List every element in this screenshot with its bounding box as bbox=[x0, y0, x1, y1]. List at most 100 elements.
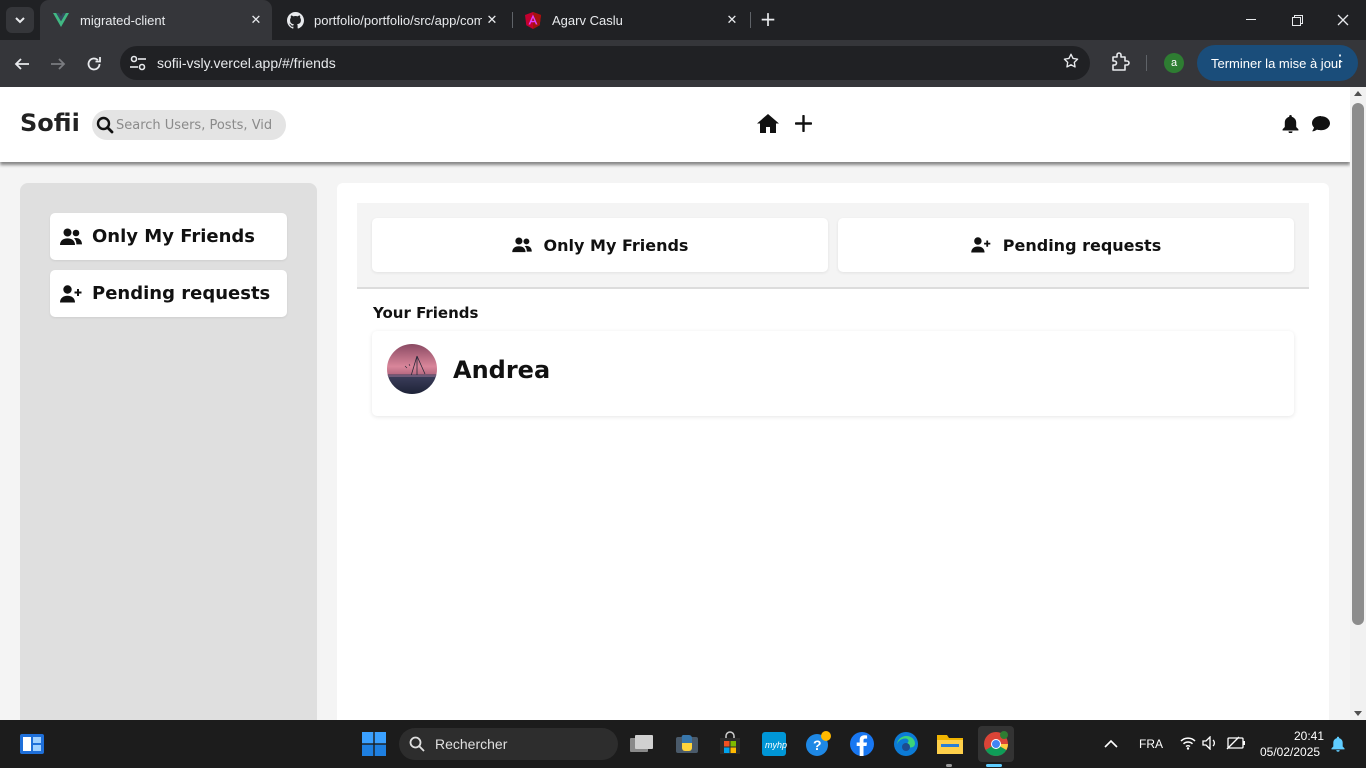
tab-pending-requests[interactable]: Pending requests bbox=[838, 218, 1294, 272]
friends-main-panel: Only My Friends Pending requests Your Fr… bbox=[337, 183, 1329, 720]
plus-icon[interactable] bbox=[795, 115, 812, 132]
address-bar[interactable]: sofii-vsly.vercel.app/#/friends bbox=[120, 46, 1090, 80]
angular-icon bbox=[524, 11, 542, 29]
microsoft-store-icon[interactable] bbox=[716, 730, 744, 758]
facebook-icon[interactable] bbox=[848, 730, 876, 758]
close-tab-icon[interactable]: ✕ bbox=[246, 10, 266, 30]
file-explorer-icon[interactable] bbox=[936, 730, 964, 758]
profile-avatar[interactable]: a bbox=[1164, 53, 1184, 73]
tab-only-my-friends[interactable]: Only My Friends bbox=[372, 218, 828, 272]
section-title: Your Friends bbox=[373, 304, 479, 322]
plus-icon: + bbox=[759, 7, 777, 31]
tab-separator bbox=[750, 12, 751, 28]
app-header: Sofii bbox=[0, 87, 1350, 162]
tab-label: Only My Friends bbox=[543, 235, 689, 255]
reload-button[interactable] bbox=[80, 50, 108, 78]
user-friends-icon bbox=[511, 236, 534, 254]
clock-date[interactable]: 05/02/2025 bbox=[1260, 745, 1320, 759]
sidebar-item-pending-requests[interactable]: Pending requests bbox=[50, 270, 287, 317]
volume-icon[interactable] bbox=[1202, 736, 1218, 750]
tab-label: Pending requests bbox=[1002, 235, 1162, 255]
svg-text:?: ? bbox=[813, 737, 822, 753]
chevron-up-icon[interactable] bbox=[1104, 739, 1118, 748]
browser-toolbar: sofii-vsly.vercel.app/#/friends a Termin… bbox=[0, 40, 1366, 87]
friends-tabs: Only My Friends Pending requests bbox=[357, 203, 1309, 289]
user-friends-icon bbox=[60, 227, 82, 247]
forward-button[interactable] bbox=[44, 50, 72, 78]
close-tab-icon[interactable]: ✕ bbox=[722, 10, 742, 30]
arrow-left-icon bbox=[14, 58, 29, 70]
notification-bell-icon[interactable] bbox=[1331, 736, 1345, 752]
browser-tab-migrated-client[interactable]: migrated-client ✕ bbox=[40, 0, 272, 40]
myhp-icon[interactable]: myhp bbox=[760, 730, 788, 758]
widgets-icon[interactable] bbox=[18, 730, 46, 758]
sidebar-item-label: Only My Friends bbox=[92, 226, 256, 247]
chat-icon[interactable] bbox=[1312, 116, 1330, 132]
svg-text:myhp: myhp bbox=[765, 740, 787, 750]
search-input[interactable] bbox=[116, 115, 272, 135]
taskbar-search-label: Rechercher bbox=[435, 736, 508, 752]
tab-search-menu-button[interactable] bbox=[6, 7, 34, 33]
web-page: Sofii Only My Friends Pending requests bbox=[0, 87, 1350, 720]
tab-title: Agarv Caslu bbox=[552, 12, 623, 28]
taskbar-search[interactable]: Rechercher bbox=[399, 728, 618, 760]
user-plus-icon bbox=[970, 236, 993, 254]
more-menu-icon[interactable]: ⋮ bbox=[1332, 53, 1348, 71]
browser-tab-agarv[interactable]: Agarv Caslu ✕ bbox=[512, 0, 748, 40]
close-window-button[interactable] bbox=[1320, 0, 1366, 40]
new-tab-button[interactable]: + bbox=[758, 9, 778, 31]
restore-button[interactable] bbox=[1274, 0, 1320, 40]
running-indicator bbox=[946, 764, 952, 767]
search-icon bbox=[96, 116, 114, 134]
reload-icon bbox=[87, 57, 101, 71]
scrollbar-thumb[interactable] bbox=[1352, 103, 1364, 625]
user-plus-icon bbox=[60, 284, 82, 304]
bell-icon[interactable] bbox=[1282, 115, 1299, 133]
extensions-puzzle-icon[interactable] bbox=[1108, 51, 1132, 75]
back-button[interactable] bbox=[8, 50, 36, 78]
github-icon bbox=[286, 11, 304, 29]
close-tab-icon[interactable]: ✕ bbox=[482, 10, 502, 30]
update-label: Terminer la mise à jour bbox=[1211, 55, 1343, 71]
tab-title: portfolio/portfolio/src/app/com bbox=[314, 12, 482, 28]
search-box[interactable] bbox=[92, 110, 286, 140]
toolbar-separator bbox=[1146, 55, 1147, 71]
friend-card[interactable]: Andrea bbox=[372, 331, 1294, 416]
browser-tab-github[interactable]: portfolio/portfolio/src/app/com ✕ bbox=[274, 0, 508, 40]
page-scrollbar[interactable] bbox=[1350, 87, 1366, 720]
vue-icon bbox=[52, 11, 70, 29]
windows-taskbar: Rechercher myhp ? FRA 20:41 05/02/2025 bbox=[0, 720, 1366, 768]
minimize-icon bbox=[1246, 19, 1256, 20]
clock-time[interactable]: 20:41 bbox=[1294, 729, 1324, 743]
browser-tab-bar: migrated-client ✕ portfolio/portfolio/sr… bbox=[0, 0, 1366, 40]
home-icon[interactable] bbox=[757, 114, 779, 133]
minimize-button[interactable] bbox=[1228, 0, 1274, 40]
chevron-down-icon bbox=[15, 16, 25, 23]
arrow-right-icon bbox=[51, 58, 66, 70]
sidebar-item-only-my-friends[interactable]: Only My Friends bbox=[50, 213, 287, 260]
brand-logo[interactable]: Sofii bbox=[20, 109, 80, 137]
scroll-down-icon[interactable] bbox=[1354, 711, 1362, 716]
friend-name[interactable]: Andrea bbox=[453, 356, 550, 384]
scroll-up-icon[interactable] bbox=[1354, 91, 1362, 96]
sunset-photo-avatar[interactable] bbox=[387, 344, 437, 394]
task-view-icon[interactable] bbox=[628, 730, 656, 758]
wifi-icon[interactable] bbox=[1180, 736, 1196, 750]
tab-title: migrated-client bbox=[80, 12, 166, 28]
get-help-icon[interactable]: ? bbox=[804, 730, 832, 758]
windows-start-icon[interactable] bbox=[360, 730, 388, 758]
chrome-icon[interactable] bbox=[978, 726, 1014, 762]
language-indicator[interactable]: FRA bbox=[1139, 737, 1163, 751]
close-icon bbox=[1337, 14, 1349, 26]
site-settings-icon[interactable] bbox=[128, 53, 148, 73]
python-icon[interactable] bbox=[673, 730, 701, 758]
search-icon bbox=[409, 736, 425, 752]
update-button[interactable]: Terminer la mise à jour ⋮ bbox=[1197, 45, 1358, 81]
battery-icon[interactable] bbox=[1226, 736, 1246, 750]
bookmark-star-icon[interactable] bbox=[1062, 52, 1080, 75]
edge-icon[interactable] bbox=[892, 730, 920, 758]
url-text[interactable]: sofii-vsly.vercel.app/#/friends bbox=[157, 55, 336, 71]
active-indicator bbox=[986, 764, 1002, 767]
friends-sidebar: Only My Friends Pending requests bbox=[20, 183, 317, 720]
sidebar-item-label: Pending requests bbox=[92, 283, 271, 304]
